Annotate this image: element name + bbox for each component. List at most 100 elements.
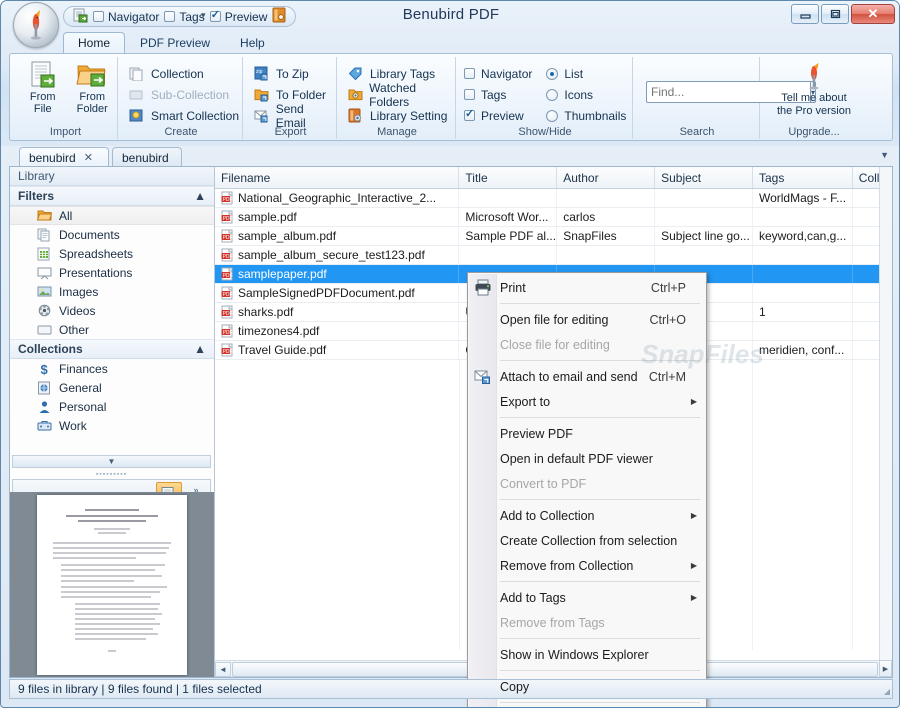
view-mode-icons-row[interactable]: Icons xyxy=(546,84,626,105)
manage-library-tags-label: Library Tags xyxy=(370,66,436,81)
tab-home[interactable]: Home xyxy=(63,32,126,54)
cell-filename: PDF sharks.pdf xyxy=(215,303,460,321)
export-to-zip-button[interactable]: zip To Zip xyxy=(249,63,336,84)
maximize-button[interactable] xyxy=(821,4,849,24)
doc-tab-benubird-2-label: benubird xyxy=(122,150,169,165)
sidebar-collapse-bar[interactable]: ▼ xyxy=(12,455,211,468)
showhide-preview-checkbox[interactable] xyxy=(464,107,475,121)
view-mode-icons-label: Icons xyxy=(564,87,594,102)
tags-checkbox[interactable] xyxy=(164,11,176,22)
sidebar-item-work[interactable]: Work xyxy=(10,416,214,435)
view-mode-list-radio[interactable] xyxy=(546,67,559,80)
menu-item-close-file-for-editing-label: Close file for editing xyxy=(500,337,610,352)
menu-item-copy[interactable]: Copy xyxy=(468,674,706,699)
menu-item-add-to-tags[interactable]: Add to Tags ▶ xyxy=(468,585,706,610)
preview-pane[interactable] xyxy=(10,492,214,677)
menu-item-remove-from-collection[interactable]: Remove from Collection ▶ xyxy=(468,553,706,578)
menu-item-open-file-for-editing[interactable]: Open file for editing Ctrl+O xyxy=(468,307,706,332)
create-collection-button[interactable]: Collection xyxy=(124,63,242,84)
navigator-checkbox[interactable] xyxy=(93,11,104,22)
sidebar-item-documents-label: Documents xyxy=(59,227,120,242)
sidebar-item-general[interactable]: General xyxy=(10,378,214,397)
sidebar-item-presentations[interactable]: Presentations xyxy=(10,263,214,282)
sidebar-item-other[interactable]: Other xyxy=(10,320,214,339)
sidebar-item-videos[interactable]: Videos xyxy=(10,301,214,320)
cell-title: Sample PDF al... xyxy=(459,227,558,245)
create-sub-collection-button[interactable]: Sub-Collection xyxy=(124,84,242,105)
showhide-tags-checkbox[interactable] xyxy=(464,89,475,100)
column-header-filename[interactable]: Filename xyxy=(215,167,460,188)
sidebar-item-videos-label: Videos xyxy=(59,303,96,318)
view-mode-icons-radio[interactable] xyxy=(546,88,559,101)
close-icon[interactable]: ✕ xyxy=(84,151,93,164)
qat-overflow-icon[interactable]: ▾ xyxy=(201,10,206,21)
doc-tab-benubird-2[interactable]: benubird xyxy=(112,147,182,167)
table-row[interactable]: PDF sample_album.pdf Sample PDF al... Sn… xyxy=(215,227,893,246)
cell-tags xyxy=(753,208,853,226)
table-row[interactable]: PDF sample.pdf Microsoft Wor... carlos xyxy=(215,208,893,227)
create-smart-collection-button[interactable]: Smart Collection xyxy=(124,105,242,126)
sidebar-splitter-grip[interactable]: ▪▪▪▪▪▪▪▪▪ xyxy=(12,470,211,478)
view-mode-thumbnails-row[interactable]: Thumbnails xyxy=(546,105,626,126)
filename-text: Travel Guide.pdf xyxy=(238,343,327,357)
manage-library-setting-button[interactable]: Library Setting xyxy=(343,105,455,126)
export-send-email-button[interactable]: Send Email xyxy=(249,102,336,130)
column-header-title[interactable]: Title xyxy=(459,167,558,188)
view-mode-list-row[interactable]: List xyxy=(546,63,626,84)
sidebar-item-images[interactable]: Images xyxy=(10,282,214,301)
scroll-left-arrow-icon[interactable]: ◄ xyxy=(215,661,231,677)
sidebar-item-spreadsheets[interactable]: Spreadsheets xyxy=(10,244,214,263)
ribbon-group-upgrade-title[interactable]: Upgrade... xyxy=(762,126,866,138)
manage-watched-folders-button[interactable]: Watched Folders xyxy=(343,81,455,109)
doc-tab-benubird-1[interactable]: benubird ✕ xyxy=(19,147,109,167)
showhide-preview-checkbox-row[interactable]: Preview xyxy=(464,105,532,126)
search-box: ▾ xyxy=(646,81,817,103)
qat-item-tags[interactable]: Tags xyxy=(164,10,205,24)
showhide-tags-checkbox-row[interactable]: Tags xyxy=(464,84,532,105)
qat-library-icon[interactable] xyxy=(272,7,286,26)
chevron-down-icon[interactable]: ▼ xyxy=(880,150,889,160)
sidebar-item-all[interactable]: All xyxy=(10,206,214,225)
qat-export-icon[interactable] xyxy=(73,8,88,26)
menu-item-show-in-windows-explorer[interactable]: Show in Windows Explorer xyxy=(468,642,706,667)
from-file-button[interactable]: From File xyxy=(18,59,68,115)
chevron-up-icon[interactable]: ▲ xyxy=(194,189,206,203)
menu-separator xyxy=(500,638,700,639)
table-row[interactable]: PDF National_Geographic_Interactive_2...… xyxy=(215,189,893,208)
menu-item-preview-pdf[interactable]: Preview PDF xyxy=(468,421,706,446)
sidebar-item-personal[interactable]: Personal xyxy=(10,397,214,416)
chevron-up-icon-2[interactable]: ▲ xyxy=(194,342,206,356)
application-menu-orb[interactable] xyxy=(13,2,59,48)
column-header-subject[interactable]: Subject xyxy=(655,167,753,188)
menu-item-add-to-collection[interactable]: Add to Collection ▶ xyxy=(468,503,706,528)
sidebar-section-filters[interactable]: Filters ▲ xyxy=(10,186,214,206)
column-header-author[interactable]: Author xyxy=(557,167,656,188)
close-button[interactable]: ✕ xyxy=(851,4,895,24)
vertical-scrollbar[interactable] xyxy=(879,167,892,660)
tab-help[interactable]: Help xyxy=(225,32,280,54)
submenu-arrow-icon: ▶ xyxy=(690,511,697,520)
sidebar-section-collections[interactable]: Collections ▲ xyxy=(10,339,214,359)
scroll-right-arrow-icon[interactable]: ▶ xyxy=(879,660,892,677)
menu-item-print[interactable]: Print Ctrl+P xyxy=(468,275,706,300)
sidebar-item-finances[interactable]: $ Finances xyxy=(10,359,214,378)
sidebar-item-documents[interactable]: Documents xyxy=(10,225,214,244)
showhide-navigator-checkbox-row[interactable]: Navigator xyxy=(464,63,532,84)
column-header-tags[interactable]: Tags xyxy=(753,167,853,188)
menu-item-open-in-default-pdf-viewer[interactable]: Open in default PDF viewer xyxy=(468,446,706,471)
view-mode-thumbnails-radio[interactable] xyxy=(546,109,559,122)
menu-item-export-to[interactable]: Export to ▶ xyxy=(468,389,706,414)
from-folder-button[interactable]: From Folder xyxy=(68,59,118,115)
qat-item-navigator[interactable]: Navigator xyxy=(93,10,159,24)
resize-grip-icon[interactable]: ◢ xyxy=(884,687,890,696)
svg-text:PDF: PDF xyxy=(223,273,233,279)
table-row[interactable]: PDF sample_album_secure_test123.pdf xyxy=(215,246,893,265)
qat-item-preview[interactable]: Preview xyxy=(209,8,267,24)
showhide-navigator-checkbox[interactable] xyxy=(464,68,475,79)
showhide-navigator-label: Navigator xyxy=(481,66,533,81)
menu-item-attach-to-email-and-send[interactable]: Attach to email and send Ctrl+M xyxy=(468,364,706,389)
preview-checkbox[interactable] xyxy=(209,8,221,22)
menu-item-create-collection-from-selection[interactable]: Create Collection from selection xyxy=(468,528,706,553)
minimize-button[interactable] xyxy=(791,4,819,24)
tab-pdf-preview[interactable]: PDF Preview xyxy=(125,32,225,54)
